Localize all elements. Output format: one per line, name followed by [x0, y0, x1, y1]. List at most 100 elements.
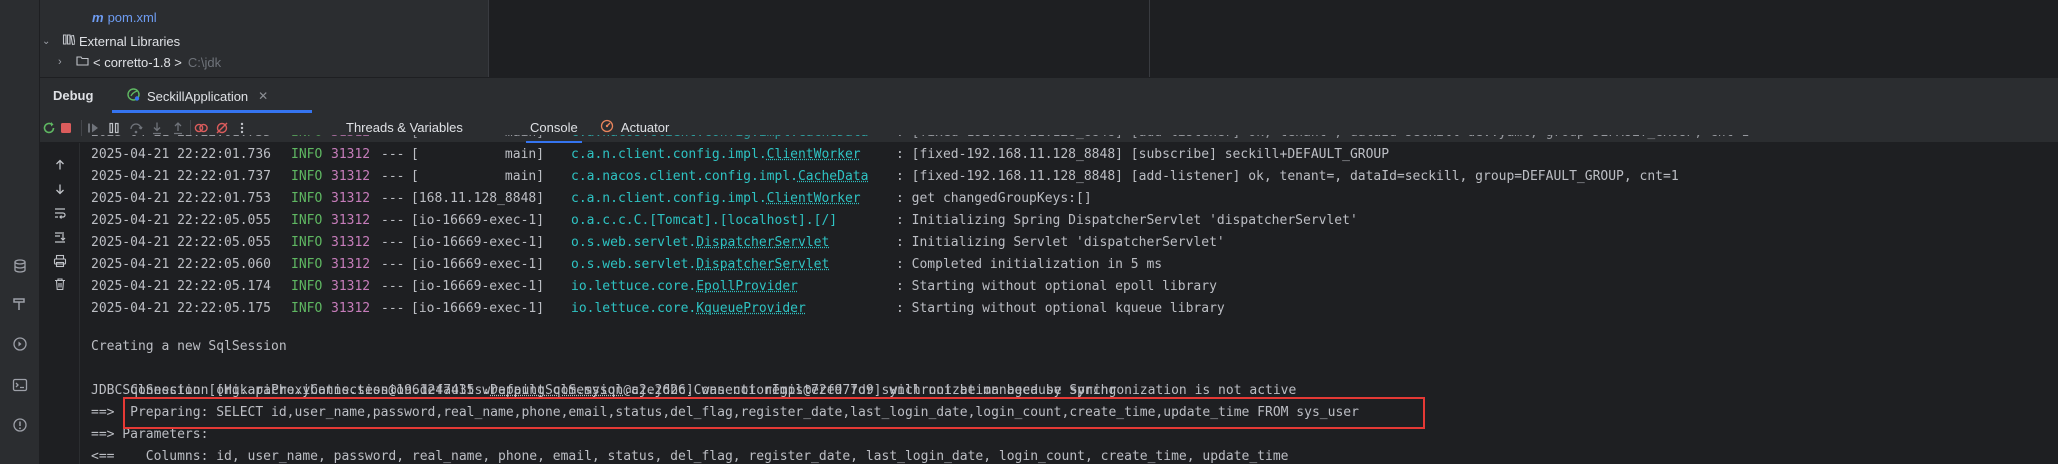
spring-app-icon: [126, 87, 141, 105]
log-logger[interactable]: c.a.nacos.client.config.impl.CacheData: [571, 166, 868, 188]
arrow-down-icon[interactable]: [50, 179, 70, 199]
log-logger[interactable]: io.lettuce.core.EpollProvider: [571, 276, 798, 298]
log-logger[interactable]: io.lettuce.core.KqueueProvider: [571, 298, 806, 320]
log-thread: [ main]: [411, 147, 545, 162]
toolbar-separator: [81, 120, 82, 136]
logger-class-link[interactable]: DispatcherServlet: [696, 235, 829, 250]
tree-item-path: C:\jdk: [187, 54, 222, 70]
trash-icon[interactable]: [50, 274, 70, 294]
log-level: INFO: [291, 257, 323, 272]
build-hammer-icon[interactable]: [0, 290, 40, 318]
logger-class-link[interactable]: CacheData: [798, 169, 868, 184]
tree-item-label: < corretto-1.8 >: [93, 54, 182, 70]
database-icon[interactable]: [0, 252, 40, 280]
scroll-to-end-icon[interactable]: [50, 227, 70, 247]
log-message: : [fixed-192.168.11.128_8848] [add-liste…: [896, 169, 1679, 184]
console-side-toolbar: [40, 143, 80, 464]
log-pid: 31312: [331, 279, 371, 294]
log-thread: [io-16669-exec-1]: [411, 213, 545, 228]
log-separator: ---: [381, 191, 405, 206]
close-icon[interactable]: ✕: [258, 89, 268, 103]
log-message: : Initializing Servlet 'dispatcherServle…: [896, 235, 1225, 250]
arrow-up-icon[interactable]: [50, 155, 70, 175]
chevron-down-icon[interactable]: ⌄: [42, 36, 56, 47]
highlight-box: [123, 397, 1425, 429]
log-timestamp: 2025-04-21 22:22:05.175: [91, 301, 272, 316]
log-timestamp: 2025-04-21 22:22:01.753: [91, 191, 272, 206]
log-level: INFO: [291, 301, 323, 316]
log-message: : Initializing Spring DispatcherServlet …: [896, 213, 1358, 228]
log-separator: ---: [381, 147, 405, 162]
log-message: : Starting without optional kqueue libra…: [896, 301, 1225, 316]
tree-item-external-libraries[interactable]: ⌄ External Libraries: [42, 30, 180, 52]
log-thread: [io-16669-exec-1]: [411, 301, 545, 316]
logger-package: io.lettuce.core.: [571, 301, 697, 316]
log-message: : Completed initialization in 5 ms: [896, 257, 1163, 272]
log-logger[interactable]: c.a.n.client.config.impl.ClientWorker: [571, 144, 861, 166]
log-separator: ---: [381, 301, 405, 316]
tab-label: SeckillApplication: [147, 88, 249, 104]
log-separator: ---: [381, 213, 405, 228]
folder-icon: [76, 54, 89, 70]
logger-package: o.s.web.servlet.: [571, 257, 697, 272]
log-level: INFO: [291, 235, 323, 250]
tree-item-label: External Libraries: [79, 33, 181, 49]
terminal-icon[interactable]: [0, 371, 40, 399]
tree-item-jdk[interactable]: › < corretto-1.8 > C:\jdk: [58, 54, 221, 70]
tab-seckill-application[interactable]: SeckillApplication ✕: [120, 78, 274, 114]
stop-icon[interactable]: [56, 118, 76, 138]
logger-class-link[interactable]: ClientWorker: [767, 191, 861, 206]
problems-icon[interactable]: [0, 411, 40, 439]
log-separator: ---: [381, 257, 405, 272]
logger-package: c.a.n.client.config.impl.: [571, 191, 767, 206]
log-thread: [ main]: [411, 169, 545, 184]
log-logger[interactable]: o.s.web.servlet.DispatcherServlet: [571, 232, 829, 254]
console-line: SqlSession [org.apache.ibatis.session.de…: [91, 358, 1296, 398]
log-separator: ---: [381, 169, 405, 184]
log-pid: 31312: [331, 257, 371, 272]
log-level: INFO: [291, 213, 323, 228]
editor-area: [488, 0, 2058, 77]
log-pid: 31312: [331, 147, 371, 162]
services-icon[interactable]: [0, 330, 40, 358]
logger-class-link[interactable]: ClientWorker: [767, 147, 861, 162]
logger-class-link[interactable]: DispatcherServlet: [696, 257, 829, 272]
log-logger[interactable]: c.a.n.client.config.impl.ClientWorker: [571, 188, 861, 210]
logger-class-link[interactable]: KqueueProvider: [696, 301, 806, 316]
log-level: INFO: [291, 191, 323, 206]
log-message: : get changedGroupKeys:[]: [896, 191, 1092, 206]
library-icon: [62, 33, 76, 49]
log-pid: 31312: [331, 169, 371, 184]
log-level: INFO: [291, 279, 323, 294]
logger-package: io.lettuce.core.: [571, 279, 697, 294]
log-thread: [io-16669-exec-1]: [411, 279, 545, 294]
log-thread: [io-16669-exec-1]: [411, 235, 545, 250]
log-message: : [fixed-192.168.11.128_8848] [subscribe…: [896, 147, 1390, 162]
logger-package: o.a.c.c.C.[Tomcat].[localhost].[/]: [571, 213, 838, 228]
log-logger[interactable]: o.s.web.servlet.DispatcherServlet: [571, 254, 829, 276]
logger-package: c.a.nacos.client.config.impl.: [571, 169, 798, 184]
print-icon[interactable]: [50, 251, 70, 271]
log-pid: 31312: [331, 235, 371, 250]
tree-item-label: pom.xml: [107, 9, 157, 25]
logger-package: c.a.n.client.config.impl.: [571, 147, 767, 162]
log-timestamp: 2025-04-21 22:22:05.055: [91, 213, 272, 228]
chevron-right-icon[interactable]: ›: [58, 56, 72, 68]
log-level: INFO: [291, 169, 323, 184]
left-tool-strip: [0, 0, 40, 464]
log-thread: [168.11.128_8848]: [411, 191, 545, 206]
log-thread: [io-16669-exec-1]: [411, 257, 545, 272]
soft-wrap-icon[interactable]: [50, 203, 70, 223]
log-pid: 31312: [331, 191, 371, 206]
tree-item-pom[interactable]: m pom.xml: [92, 6, 157, 28]
logger-class-link[interactable]: EpollProvider: [696, 279, 798, 294]
console-line-partial: 2025-04-21 22:22:01.735INFO31312---[ mai…: [91, 135, 1749, 144]
debug-tool-window-header: Debug SeckillApplication ✕: [40, 77, 2058, 113]
sql-columns-line: <== Columns: id, user_name, password, re…: [91, 449, 1289, 464]
log-logger[interactable]: o.a.c.c.C.[Tomcat].[localhost].[/]: [571, 210, 837, 232]
tab-label: Actuator: [620, 120, 670, 135]
log-timestamp: 2025-04-21 22:22:01.736: [91, 147, 272, 162]
log-level: INFO: [291, 147, 323, 162]
log-timestamp: 2025-04-21 22:22:05.055: [91, 235, 272, 250]
log-pid: 31312: [331, 213, 371, 228]
